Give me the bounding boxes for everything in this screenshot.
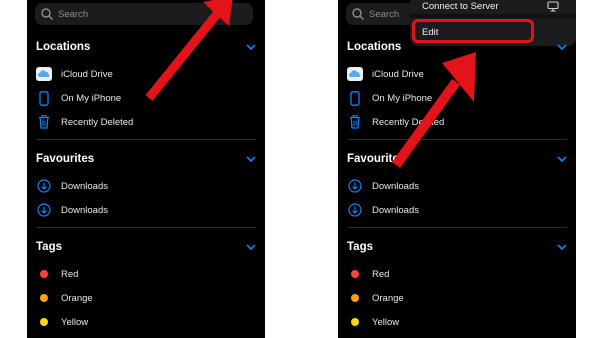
annotation-arrow	[145, 0, 233, 101]
files-browse-screen-left: Search Locations iCloud Drive On My iPho…	[27, 0, 265, 338]
annotation-arrow	[391, 52, 476, 168]
files-browse-screen-right: Search Connect to Server Edit Locations …	[338, 0, 576, 338]
